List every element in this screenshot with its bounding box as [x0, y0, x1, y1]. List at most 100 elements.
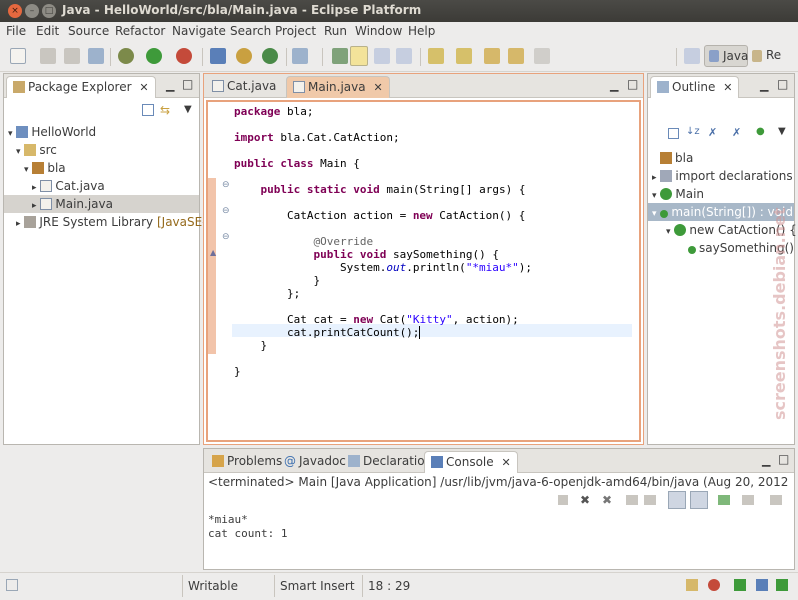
forward-icon[interactable]: [534, 48, 550, 64]
view-menu-icon[interactable]: ▼: [184, 104, 192, 115]
previous-annotation-icon[interactable]: [456, 48, 472, 64]
open-type-icon[interactable]: [292, 48, 308, 64]
code-editor[interactable]: ⊖ ⊖ ⊖ ▲ package bla; import bla.Cat.CatA…: [206, 100, 641, 442]
tab-package-explorer[interactable]: Package Explorer ✕: [6, 76, 156, 98]
new-class-icon[interactable]: [262, 48, 278, 64]
hide-fields-icon[interactable]: ✗: [708, 126, 717, 139]
fast-view-icon[interactable]: [6, 579, 18, 591]
collapse-triangle-icon[interactable]: ▾: [652, 191, 657, 201]
collapse-triangle-icon[interactable]: ▾: [652, 209, 657, 219]
show-whitespace-icon[interactable]: [396, 48, 412, 64]
clear-console-icon[interactable]: [626, 495, 638, 505]
hide-nonpublic-icon[interactable]: ●: [756, 126, 765, 137]
print-icon[interactable]: [88, 48, 104, 64]
menu-edit[interactable]: Edit: [36, 24, 59, 38]
expand-triangle-icon[interactable]: ▸: [16, 219, 21, 229]
display-console-icon[interactable]: [742, 495, 754, 505]
run-icon[interactable]: [146, 48, 162, 64]
outline-item-package[interactable]: bla: [660, 149, 693, 167]
collapse-all-icon[interactable]: [668, 128, 679, 139]
scroll-lock-icon[interactable]: [644, 495, 656, 505]
save-icon[interactable]: [40, 48, 56, 64]
view-menu-icon[interactable]: ▼: [778, 126, 786, 137]
other-perspective-button[interactable]: Re: [752, 45, 796, 67]
show-on-stdout-icon[interactable]: [668, 491, 686, 509]
tree-item-jre-library[interactable]: ▸ JRE System Library [JavaSE-1.6: [16, 213, 226, 231]
maximize-view-icon[interactable]: □: [182, 77, 193, 91]
close-icon[interactable]: ✕: [723, 81, 732, 94]
fold-icon[interactable]: ⊖: [222, 180, 230, 190]
new-package-icon[interactable]: [236, 48, 252, 64]
tree-item-src[interactable]: ▾ src: [16, 141, 57, 159]
menu-project[interactable]: Project: [275, 24, 316, 38]
expand-triangle-icon[interactable]: ▸: [652, 173, 657, 183]
menu-source[interactable]: Source: [68, 24, 109, 38]
remove-launch-icon[interactable]: ✖: [580, 493, 590, 507]
maximize-window-button[interactable]: □: [42, 4, 56, 18]
tab-console[interactable]: Console ✕: [424, 451, 518, 473]
status-icon[interactable]: [776, 579, 788, 591]
outline-item-main-method[interactable]: ▾ main(String[]) : void: [648, 203, 794, 221]
next-annotation-icon[interactable]: [428, 48, 444, 64]
remove-all-icon[interactable]: ✖: [602, 493, 612, 507]
outline-item-class[interactable]: ▾ Main: [652, 185, 704, 203]
toggle-mark-occurrences-icon[interactable]: [332, 48, 348, 64]
fold-icon[interactable]: ⊖: [222, 232, 230, 242]
tab-cat-java[interactable]: Cat.java: [206, 76, 282, 98]
collapse-triangle-icon[interactable]: ▾: [8, 129, 13, 139]
external-tools-icon[interactable]: [176, 48, 192, 64]
block-selection-icon[interactable]: [374, 48, 390, 64]
pin-console-icon[interactable]: [718, 495, 730, 505]
minimize-view-icon[interactable]: ▁: [166, 79, 174, 92]
expand-triangle-icon[interactable]: ▸: [32, 201, 37, 211]
terminate-icon[interactable]: [558, 495, 568, 505]
tree-item-package[interactable]: ▾ bla: [24, 159, 66, 177]
tab-main-java[interactable]: Main.java ✕: [286, 76, 390, 98]
collapse-triangle-icon[interactable]: ▾: [16, 147, 21, 157]
minimize-view-icon[interactable]: ▁: [762, 454, 770, 467]
tab-problems[interactable]: Problems: [206, 451, 288, 473]
maximize-view-icon[interactable]: □: [777, 77, 788, 91]
save-all-icon[interactable]: [64, 48, 80, 64]
toggle-highlight-icon[interactable]: [350, 46, 368, 66]
collapse-all-icon[interactable]: [142, 104, 154, 116]
close-icon[interactable]: ✕: [139, 81, 148, 94]
tree-item-project[interactable]: ▾ HelloWorld: [8, 123, 96, 141]
minimize-window-button[interactable]: –: [25, 4, 39, 18]
outline-item-saysomething[interactable]: saySomething(): [688, 239, 794, 257]
menu-search[interactable]: Search: [230, 24, 271, 38]
menu-help[interactable]: Help: [408, 24, 435, 38]
debug-icon[interactable]: [118, 48, 134, 64]
sort-icon[interactable]: ↓z: [686, 126, 700, 137]
outline-item-anonymous[interactable]: ▾ new CatAction() {: [666, 221, 797, 239]
close-icon[interactable]: ✕: [501, 456, 510, 469]
fold-icon[interactable]: ⊖: [222, 206, 230, 216]
new-java-project-icon[interactable]: [210, 48, 226, 64]
maximize-view-icon[interactable]: □: [778, 452, 789, 466]
menu-file[interactable]: File: [6, 24, 26, 38]
link-with-editor-icon[interactable]: ⇆: [160, 103, 170, 117]
minimize-view-icon[interactable]: ▁: [760, 79, 768, 92]
menu-navigate[interactable]: Navigate: [172, 24, 226, 38]
close-window-button[interactable]: ×: [8, 4, 22, 18]
open-console-icon[interactable]: [770, 495, 782, 505]
console-output[interactable]: *miau* cat count: 1: [204, 511, 794, 569]
tab-outline[interactable]: Outline ✕: [650, 76, 740, 98]
status-icon[interactable]: [756, 579, 768, 591]
show-on-stderr-icon[interactable]: [690, 491, 708, 509]
menu-run[interactable]: Run: [324, 24, 347, 38]
hide-static-icon[interactable]: ✗: [732, 126, 741, 139]
maximize-view-icon[interactable]: □: [627, 77, 638, 91]
tab-javadoc[interactable]: @ Javadoc: [278, 451, 352, 473]
outline-item-imports[interactable]: ▸ import declarations: [652, 167, 793, 185]
status-icon[interactable]: [734, 579, 746, 591]
expand-triangle-icon[interactable]: ▸: [32, 183, 37, 193]
close-icon[interactable]: ✕: [373, 81, 382, 94]
new-icon[interactable]: [10, 48, 26, 64]
collapse-triangle-icon[interactable]: ▾: [666, 227, 671, 237]
tree-item-cat-java[interactable]: ▸ Cat.java: [32, 177, 105, 195]
open-perspective-icon[interactable]: [684, 48, 700, 64]
last-edit-location-icon[interactable]: [484, 48, 500, 64]
menu-window[interactable]: Window: [355, 24, 402, 38]
status-icon[interactable]: [708, 579, 720, 591]
